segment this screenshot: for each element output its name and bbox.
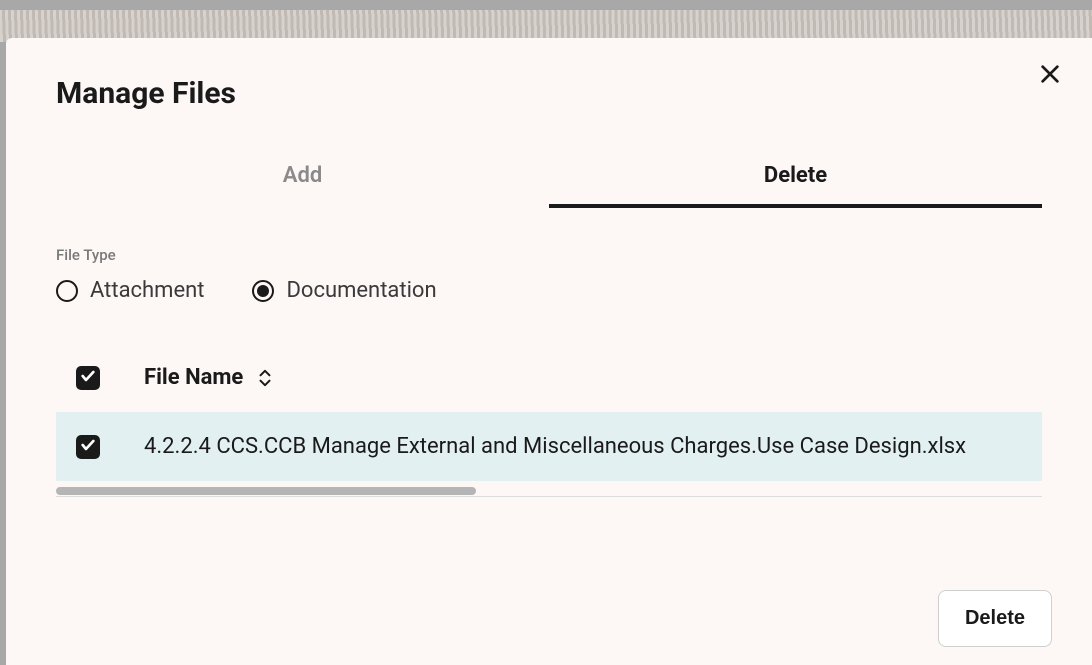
file-table: File Name	[56, 357, 1042, 497]
column-header-label: File Name	[144, 365, 243, 390]
horizontal-scrollbar[interactable]	[56, 487, 1042, 497]
tab-add[interactable]: Add	[56, 151, 549, 208]
close-button[interactable]	[1036, 62, 1064, 90]
column-header-filename[interactable]: File Name	[144, 365, 273, 390]
tab-delete-label: Delete	[764, 163, 827, 188]
sort-icon	[257, 369, 273, 387]
row-filename: 4.2.2.4 CCS.CCB Manage External and Misc…	[144, 434, 966, 459]
tab-add-label: Add	[283, 163, 322, 188]
tab-bar: Add Delete	[56, 151, 1042, 208]
modal-title: Manage Files	[56, 76, 1042, 111]
delete-button-label: Delete	[965, 607, 1025, 629]
delete-button[interactable]: Delete	[938, 590, 1052, 647]
radio-icon	[252, 280, 274, 302]
radio-documentation-label: Documentation	[286, 278, 436, 303]
file-type-radio-group: Attachment Documentation	[56, 278, 1042, 303]
table-header: File Name	[56, 357, 1042, 412]
radio-documentation[interactable]: Documentation	[252, 278, 436, 303]
check-icon	[80, 437, 96, 457]
manage-files-modal: Manage Files Add Delete File Type Attach…	[6, 38, 1092, 665]
modal-inner: Manage Files Add Delete File Type Attach…	[6, 38, 1092, 665]
radio-attachment-label: Attachment	[90, 278, 204, 303]
check-icon	[80, 368, 96, 388]
select-all-checkbox[interactable]	[76, 366, 100, 390]
file-type-label: File Type	[56, 246, 1042, 264]
modal-footer: Delete	[938, 590, 1052, 647]
scrollbar-thumb[interactable]	[56, 487, 476, 495]
radio-icon	[56, 280, 78, 302]
table-row[interactable]: 4.2.2.4 CCS.CCB Manage External and Misc…	[56, 412, 1042, 481]
tab-delete[interactable]: Delete	[549, 151, 1042, 208]
close-icon	[1039, 63, 1061, 89]
radio-attachment[interactable]: Attachment	[56, 278, 204, 303]
radio-dot-icon	[257, 285, 269, 297]
row-checkbox[interactable]	[76, 435, 100, 459]
